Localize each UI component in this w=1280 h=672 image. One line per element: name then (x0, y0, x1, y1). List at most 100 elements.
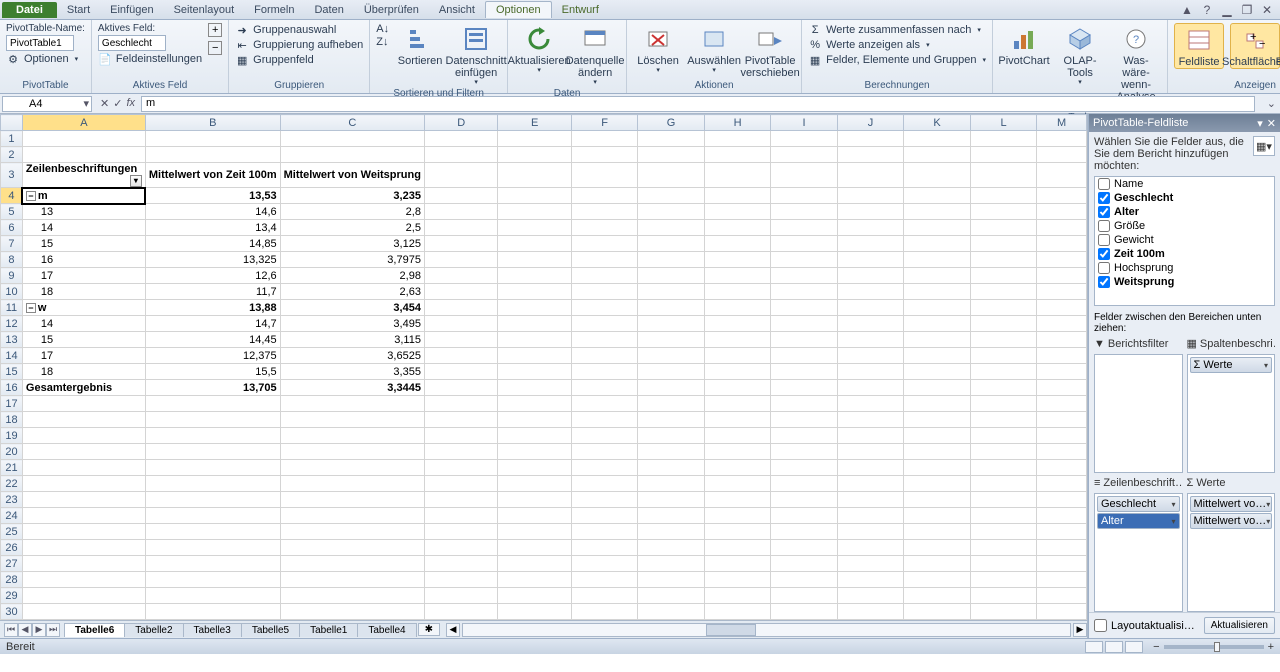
cell[interactable] (1037, 588, 1087, 604)
cell[interactable] (22, 492, 145, 508)
cell[interactable] (904, 380, 971, 396)
cell[interactable] (498, 460, 571, 476)
cell[interactable] (771, 188, 837, 204)
cell[interactable] (145, 588, 280, 604)
cell[interactable] (280, 492, 424, 508)
sheet-tab[interactable]: Tabelle3 (183, 623, 242, 637)
cell[interactable] (771, 163, 837, 188)
cell[interactable] (498, 220, 571, 236)
cell[interactable] (704, 396, 771, 412)
field-list-layout-button[interactable]: ▦▾ (1253, 136, 1275, 156)
collapse-icon[interactable]: − (26, 191, 36, 201)
cell[interactable] (837, 604, 903, 620)
column-header[interactable]: G (638, 115, 705, 131)
cell[interactable] (904, 268, 971, 284)
cell[interactable] (771, 380, 837, 396)
field-checkbox[interactable] (1098, 220, 1110, 232)
cell[interactable] (498, 147, 571, 163)
cell[interactable] (771, 236, 837, 252)
row-header[interactable]: 17 (1, 396, 23, 412)
cell[interactable] (1037, 556, 1087, 572)
cell[interactable] (970, 492, 1036, 508)
cell[interactable] (638, 364, 705, 380)
cell[interactable] (904, 508, 971, 524)
cell[interactable] (1037, 380, 1087, 396)
cell[interactable] (638, 252, 705, 268)
cell[interactable] (704, 604, 771, 620)
cell[interactable] (424, 572, 497, 588)
cell[interactable] (280, 131, 424, 147)
cell[interactable] (22, 588, 145, 604)
cell[interactable] (280, 508, 424, 524)
show-values-as-button[interactable]: %Werte anzeigen als▾ (808, 38, 986, 52)
cell[interactable] (145, 508, 280, 524)
cell[interactable] (1037, 204, 1087, 220)
cell[interactable] (571, 524, 637, 540)
cell[interactable] (904, 556, 971, 572)
zoom-slider[interactable] (1164, 645, 1264, 649)
pivot-value-cell[interactable]: 3,3445 (280, 380, 424, 396)
column-header[interactable]: E (498, 115, 571, 131)
cell[interactable] (837, 220, 903, 236)
cell[interactable] (638, 131, 705, 147)
cell[interactable] (771, 220, 837, 236)
cell[interactable] (837, 131, 903, 147)
cell[interactable] (498, 348, 571, 364)
cell[interactable] (22, 428, 145, 444)
cell[interactable] (970, 588, 1036, 604)
group-selection-button[interactable]: ➜Gruppenauswahl (235, 23, 363, 37)
cell[interactable] (904, 236, 971, 252)
row-header[interactable]: 25 (1, 524, 23, 540)
area-pill[interactable]: Mittelwert vo…▾ (1190, 496, 1273, 512)
cell[interactable] (837, 572, 903, 588)
cell[interactable] (280, 412, 424, 428)
pivot-row-label[interactable]: 15 (22, 236, 145, 252)
file-menu[interactable]: Datei (2, 2, 57, 18)
cell[interactable] (638, 348, 705, 364)
area-pill[interactable]: Σ Werte▾ (1190, 357, 1273, 373)
cell[interactable] (771, 476, 837, 492)
select-button[interactable]: Auswählen▾ (689, 23, 739, 75)
cell[interactable] (904, 412, 971, 428)
cell[interactable] (571, 540, 637, 556)
slicer-button[interactable]: Datenschnitt einfügen▾ (451, 23, 501, 87)
cell[interactable] (638, 204, 705, 220)
menu-tab-ansicht[interactable]: Ansicht (429, 2, 485, 18)
cell[interactable] (638, 460, 705, 476)
pivottable-name-input[interactable] (6, 35, 74, 51)
cell[interactable] (970, 204, 1036, 220)
cell[interactable] (571, 380, 637, 396)
cell[interactable] (970, 268, 1036, 284)
cell[interactable] (145, 556, 280, 572)
cell[interactable] (771, 540, 837, 556)
cell[interactable] (837, 163, 903, 188)
cell[interactable] (1037, 252, 1087, 268)
cell[interactable] (970, 556, 1036, 572)
cell[interactable] (904, 492, 971, 508)
cell[interactable] (498, 540, 571, 556)
cell[interactable] (704, 380, 771, 396)
spreadsheet-grid[interactable]: ABCDEFGHIJKLM 123Zeilenbeschriftungen▾Mi… (0, 114, 1087, 620)
cell[interactable] (837, 204, 903, 220)
buttons-toggle[interactable]: +−Schaltflächen (1230, 23, 1280, 69)
cell[interactable] (970, 604, 1036, 620)
cell[interactable] (280, 572, 424, 588)
column-header[interactable]: L (970, 115, 1036, 131)
cell[interactable] (638, 508, 705, 524)
cell[interactable] (970, 364, 1036, 380)
cell[interactable] (1037, 147, 1087, 163)
cell[interactable] (771, 444, 837, 460)
cell[interactable] (904, 316, 971, 332)
cell[interactable] (837, 348, 903, 364)
cell[interactable] (970, 131, 1036, 147)
cell[interactable] (904, 220, 971, 236)
cell[interactable] (145, 492, 280, 508)
pivot-row-label[interactable]: 18 (22, 364, 145, 380)
cell[interactable] (571, 428, 637, 444)
pivot-value-cell[interactable]: 3,115 (280, 332, 424, 348)
cell[interactable] (904, 284, 971, 300)
cell[interactable] (22, 604, 145, 620)
cell[interactable] (837, 300, 903, 316)
cell[interactable] (970, 524, 1036, 540)
row-header[interactable]: 14 (1, 348, 23, 364)
